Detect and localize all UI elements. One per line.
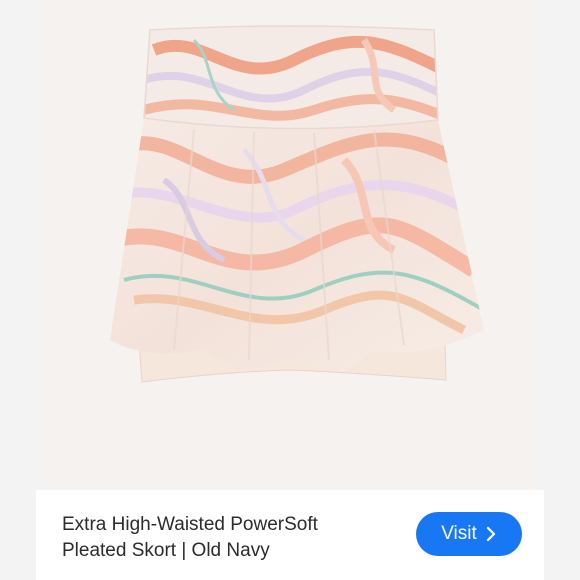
product-title[interactable]: Extra High-Waisted PowerSoft Pleated Sko…	[62, 512, 392, 564]
listing-frame: Extra High-Waisted PowerSoft Pleated Sko…	[0, 0, 580, 580]
visit-button-label: Visit	[441, 523, 477, 544]
visit-button[interactable]: Visit	[416, 512, 522, 556]
product-card: Extra High-Waisted PowerSoft Pleated Sko…	[36, 490, 544, 580]
skort-illustration	[44, 0, 536, 490]
chevron-right-icon	[485, 526, 497, 542]
product-image[interactable]	[44, 0, 536, 490]
